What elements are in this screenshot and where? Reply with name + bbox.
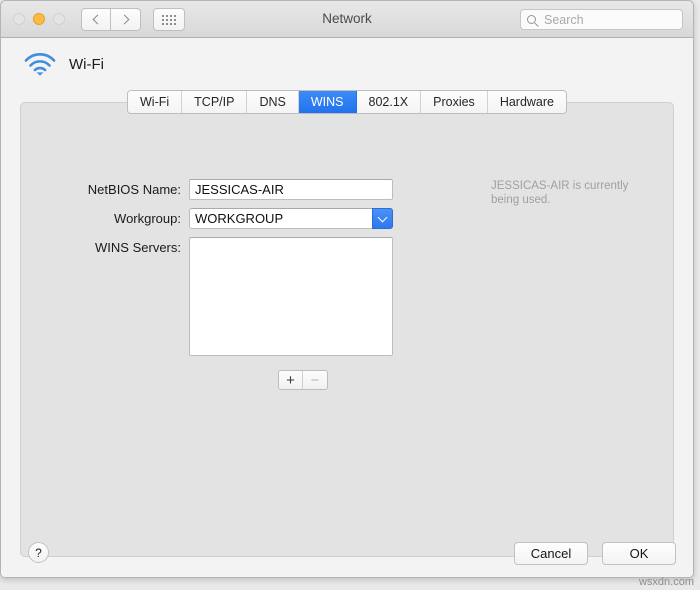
search-field[interactable]	[520, 9, 683, 30]
workgroup-value: WORKGROUP	[195, 211, 284, 226]
search-icon	[527, 15, 536, 24]
tab-8021x[interactable]: 802.1X	[356, 91, 422, 113]
tab-tcpip[interactable]: TCP/IP	[182, 91, 248, 113]
cancel-button[interactable]: Cancel	[514, 542, 588, 565]
settings-panel: Wi-Fi TCP/IP DNS WINS 802.1X Proxies Har…	[20, 90, 674, 557]
wins-servers-segmented-control: + −	[278, 370, 328, 390]
network-preferences-window: Network Wi-Fi Wi-Fi TCP/IP DNS WINS 802.…	[0, 0, 694, 578]
tab-bar: Wi-Fi TCP/IP DNS WINS 802.1X Proxies Har…	[127, 90, 567, 114]
tab-proxies[interactable]: Proxies	[421, 91, 488, 113]
netbios-hint-text: JESSICAS-AIR is currently being used.	[491, 180, 629, 206]
search-input[interactable]	[542, 11, 667, 28]
tab-dns[interactable]: DNS	[247, 91, 299, 113]
remove-wins-server-button[interactable]: −	[303, 371, 327, 389]
workgroup-row: Workgroup: WORKGROUP	[69, 208, 393, 229]
wifi-icon	[24, 53, 56, 76]
wins-servers-row: WINS Servers:	[69, 237, 393, 356]
wins-servers-list[interactable]	[189, 237, 393, 356]
netbios-name-input[interactable]	[189, 179, 393, 200]
service-name: Wi-Fi	[69, 55, 104, 73]
tab-hardware[interactable]: Hardware	[487, 91, 566, 113]
workgroup-label: Workgroup:	[114, 211, 181, 226]
help-button[interactable]: ?	[28, 542, 49, 563]
chevron-down-icon[interactable]	[372, 208, 393, 229]
service-header: Wi-Fi	[23, 51, 104, 77]
window-titlebar: Network	[1, 1, 693, 38]
ok-button[interactable]: OK	[602, 542, 676, 565]
tab-wifi[interactable]: Wi-Fi	[128, 91, 183, 113]
wins-servers-label: WINS Servers:	[95, 240, 181, 255]
watermark: wsxdn.com	[638, 576, 694, 588]
netbios-row: NetBIOS Name:	[69, 179, 393, 200]
tab-wins[interactable]: WINS	[298, 91, 357, 113]
add-wins-server-button[interactable]: +	[279, 371, 303, 389]
window-body: Wi-Fi Wi-Fi TCP/IP DNS WINS 802.1X Proxi…	[1, 38, 693, 577]
workgroup-combobox[interactable]: WORKGROUP	[189, 208, 393, 229]
netbios-label: NetBIOS Name:	[87, 182, 181, 197]
